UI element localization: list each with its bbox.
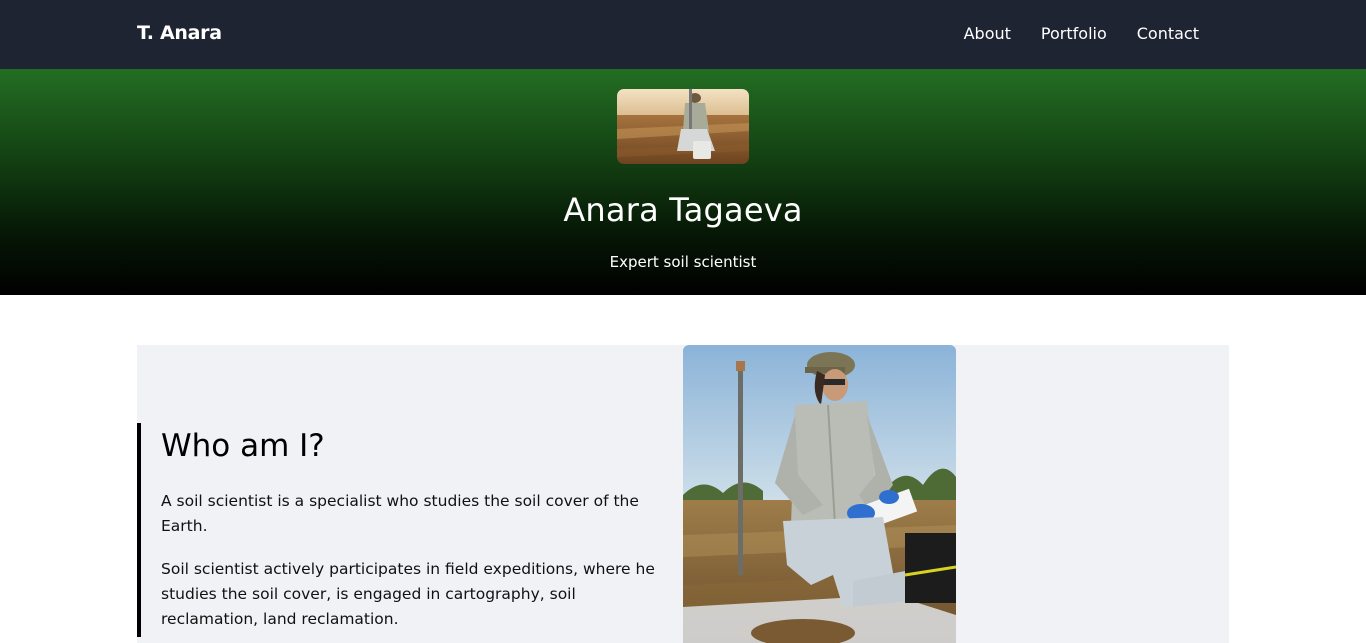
nav-link-contact[interactable]: Contact: [1137, 24, 1199, 43]
hero-name: Anara Tagaeva: [563, 191, 803, 229]
nav-links: About Portfolio Contact: [964, 24, 1199, 43]
about-paragraph-2: Soil scientist actively participates in …: [161, 560, 655, 629]
nav-link-portfolio[interactable]: Portfolio: [1041, 24, 1107, 43]
brand-logo-link[interactable]: T. Anara: [137, 22, 222, 44]
hero-banner: Anara Tagaeva Expert soil scientist: [0, 69, 1366, 295]
about-text-block: Who am I? A soil scientist is a speciali…: [137, 423, 657, 637]
about-section: Who am I? A soil scientist is a speciali…: [137, 345, 1229, 643]
about-paragraph-1: A soil scientist is a specialist who stu…: [161, 492, 639, 536]
nav-link-about[interactable]: About: [964, 24, 1011, 43]
about-field-photo: [683, 345, 956, 643]
hero-subtitle: Expert soil scientist: [609, 253, 757, 271]
hero-profile-photo: [617, 89, 749, 164]
about-heading: Who am I?: [161, 428, 325, 464]
top-navbar: T. Anara About Portfolio Contact: [0, 0, 1366, 69]
